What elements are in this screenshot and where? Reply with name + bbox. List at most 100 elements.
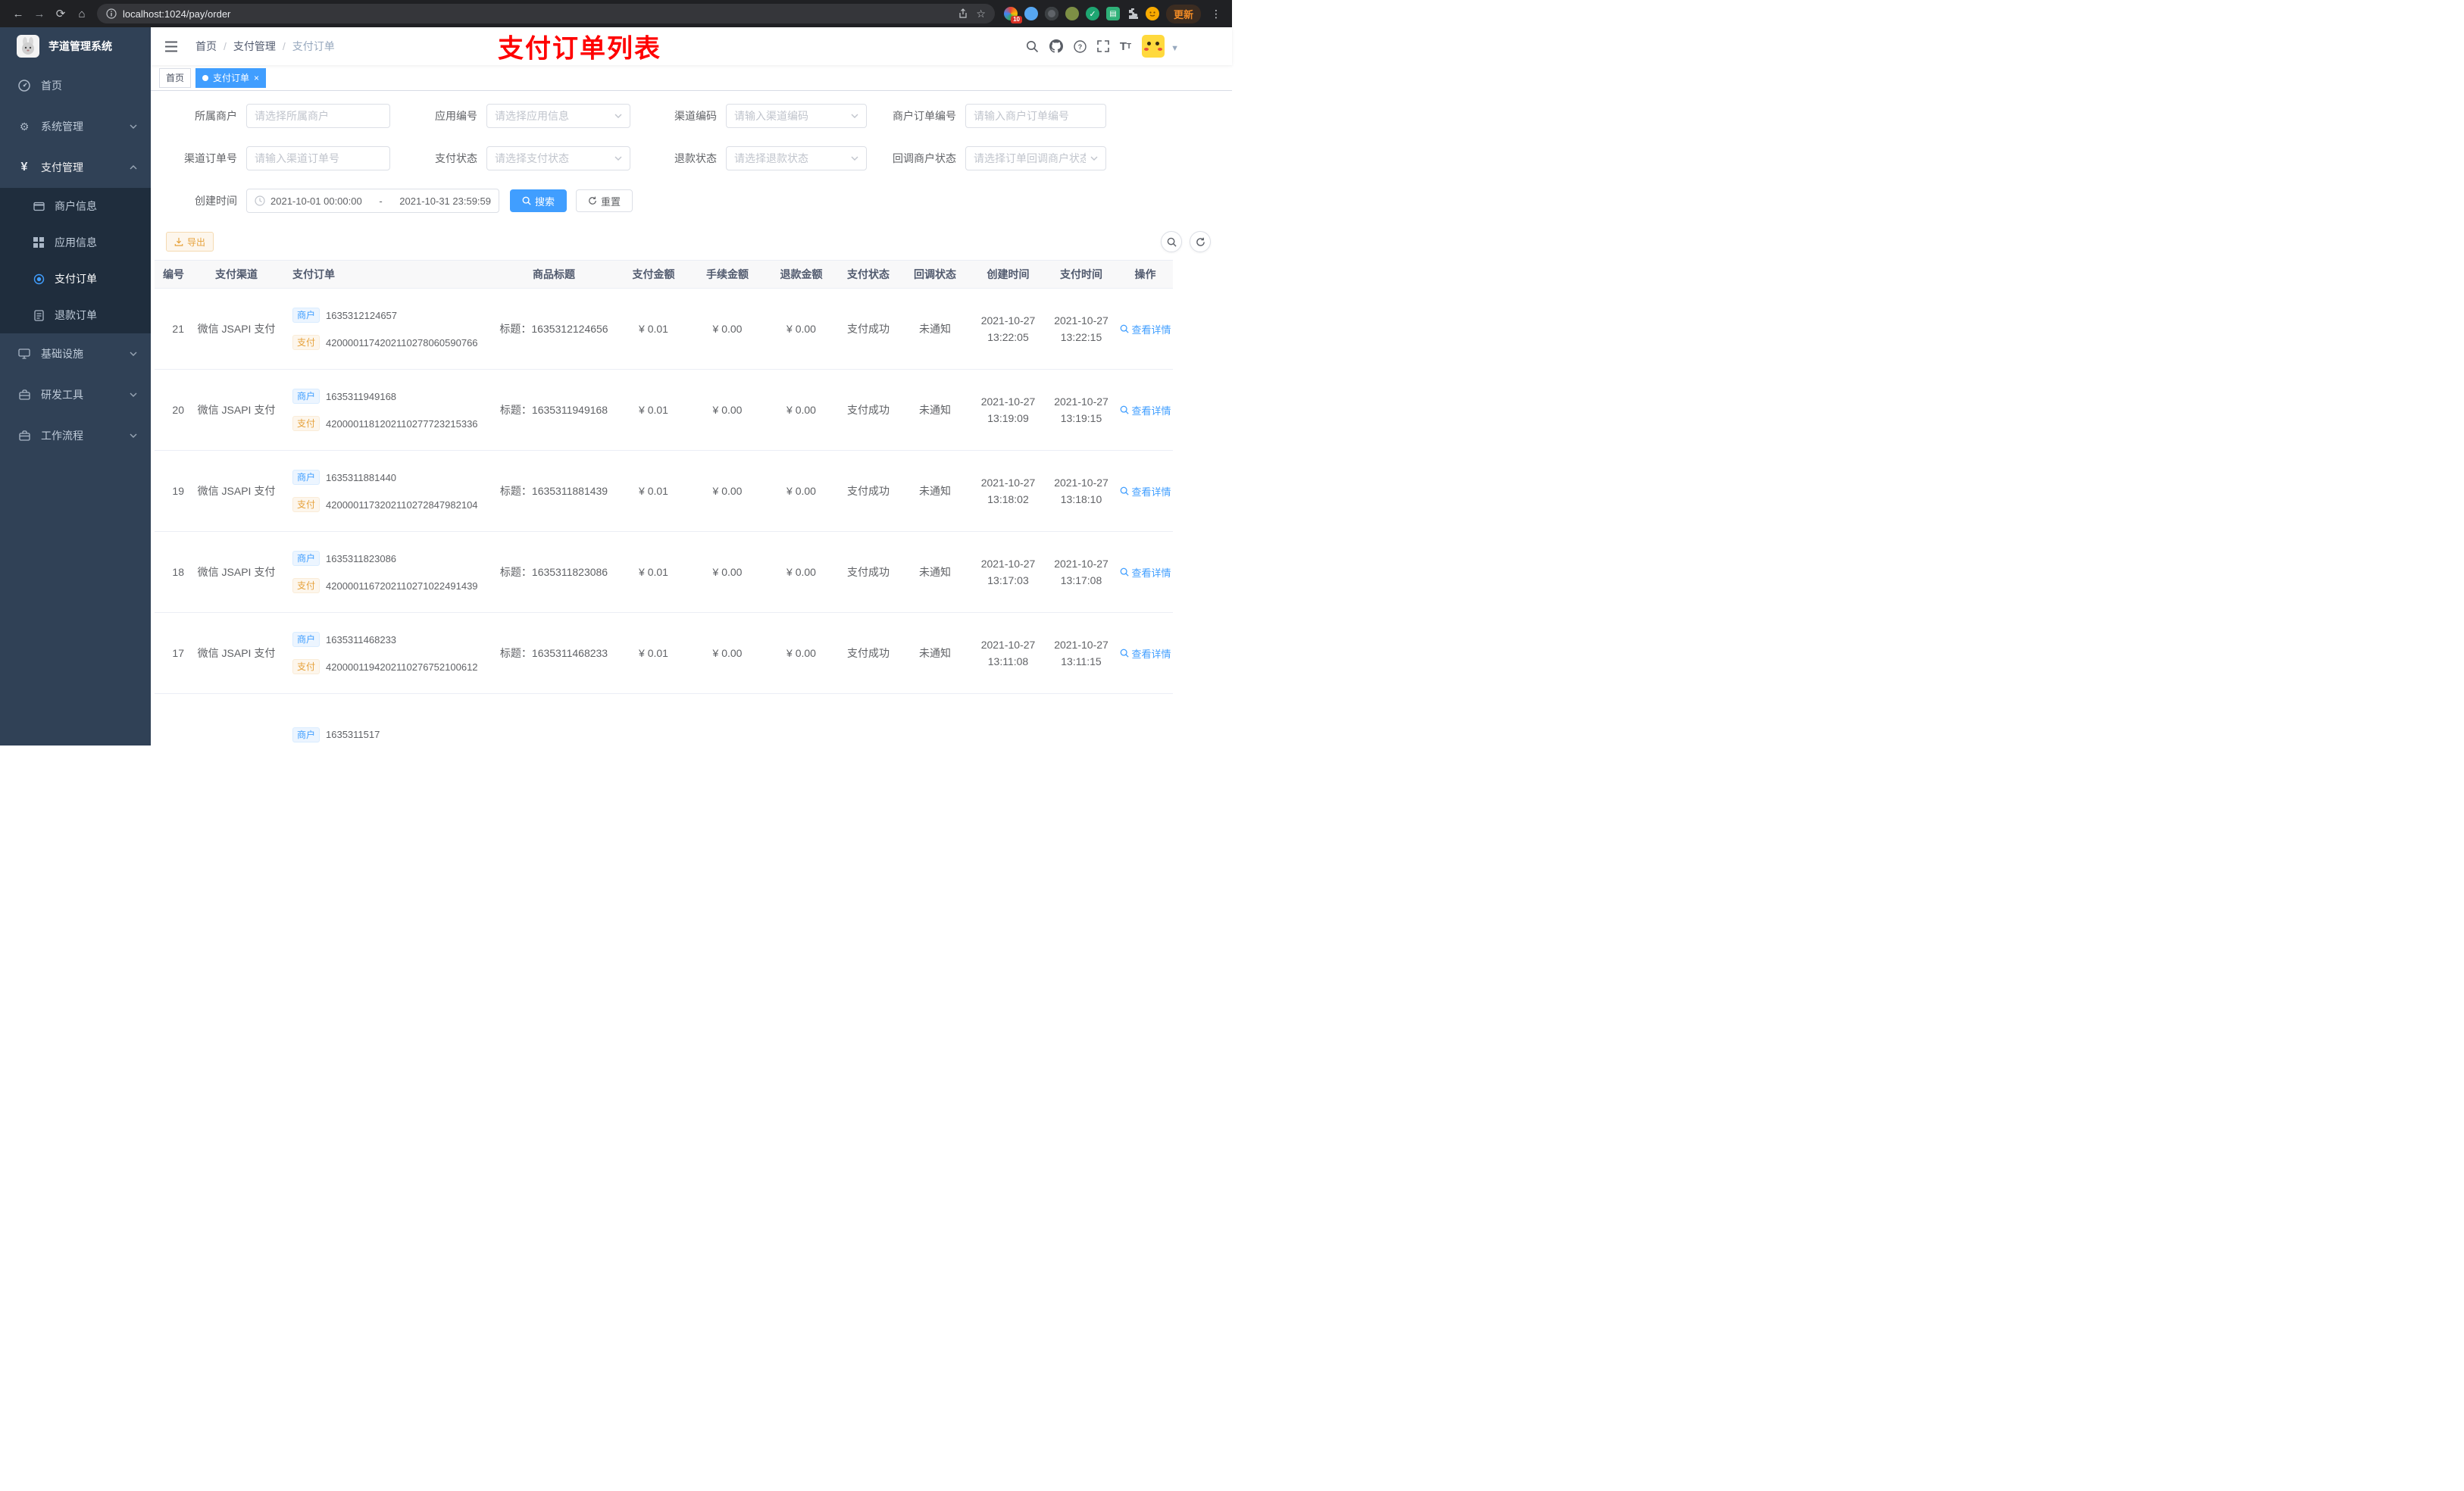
cell-action: 查看详情 bbox=[1118, 613, 1173, 693]
sidebar-item-system[interactable]: ⚙ 系统管理 bbox=[0, 106, 151, 147]
channel-code-select[interactable]: 请输入渠道编码 bbox=[726, 104, 867, 128]
sidebar-item-pay-order[interactable]: 支付订单 bbox=[0, 261, 151, 297]
extension-icon-colorful[interactable]: 10 bbox=[1003, 7, 1022, 23]
filter-label: 渠道订单号 bbox=[184, 152, 237, 164]
pay-order-no: 4200001181202110277723215336 bbox=[326, 417, 478, 430]
table-row: 17 微信 JSAPI 支付 商户 1635311468233 支付 4200001… bbox=[155, 613, 1173, 694]
breadcrumb-payment[interactable]: 支付管理 bbox=[233, 39, 276, 54]
view-detail-link[interactable]: 查看详情 bbox=[1120, 646, 1171, 661]
profile-avatar-icon[interactable] bbox=[1145, 7, 1159, 20]
tab-home[interactable]: 首页 bbox=[159, 67, 192, 88]
app-id-select[interactable]: 请选择应用信息 bbox=[486, 104, 630, 128]
merchant-badge: 商户 bbox=[292, 389, 321, 404]
refresh-button[interactable] bbox=[1190, 231, 1211, 252]
chevron-up-icon bbox=[130, 165, 137, 170]
fullscreen-icon[interactable] bbox=[1097, 40, 1109, 52]
back-icon[interactable]: ← bbox=[8, 3, 29, 24]
notify-status-select[interactable]: 请选择订单回调商户状态 bbox=[965, 146, 1106, 170]
cell-notify: 未通知 bbox=[919, 404, 951, 416]
page-annotation: 支付订单列表 bbox=[498, 34, 661, 64]
sidebar-toggle-icon[interactable] bbox=[157, 41, 186, 52]
sidebar-item-workflow[interactable]: 工作流程 bbox=[0, 415, 151, 456]
cell-amount: ¥ 0.01 bbox=[639, 485, 668, 497]
sidebar-item-app-info[interactable]: 应用信息 bbox=[0, 224, 151, 261]
cell-pay-time: 2021-10-27 13:22:15 bbox=[1054, 314, 1108, 343]
extension-icon-olive[interactable] bbox=[1065, 7, 1079, 20]
tab-pay-order[interactable]: 支付订单 × bbox=[195, 67, 267, 88]
channel-order-no-input[interactable]: 请输入渠道订单号 bbox=[246, 146, 390, 170]
sidebar-item-home[interactable]: 首页 bbox=[0, 65, 151, 106]
site-info-icon[interactable] bbox=[106, 8, 117, 19]
help-icon[interactable]: ? bbox=[1074, 39, 1087, 53]
search-button[interactable]: 搜索 bbox=[510, 189, 568, 212]
chevron-down-icon bbox=[851, 114, 858, 118]
url-bar[interactable]: localhost:1024/pay/order ☆ bbox=[97, 4, 995, 23]
cell-refund: ¥ 0.00 bbox=[786, 404, 816, 416]
extension-icon-dark[interactable] bbox=[1044, 7, 1058, 20]
browser-menu-icon[interactable]: ⋮ bbox=[1208, 8, 1224, 20]
pay-order-no: 4200001174202110278060590766 bbox=[326, 336, 478, 349]
cell-status: 支付成功 bbox=[847, 323, 890, 335]
create-time-range-picker[interactable]: 2021-10-01 00:00:00 - 2021-10-31 23:59:5… bbox=[246, 189, 499, 213]
cell-action: 查看详情 bbox=[1118, 451, 1173, 531]
sidebar-item-dev-tools[interactable]: 研发工具 bbox=[0, 374, 151, 415]
merchant-input[interactable]: 请选择所属商户 bbox=[246, 104, 390, 128]
table-row: 19 微信 JSAPI 支付 商户 1635311881440 支付 4200001… bbox=[155, 451, 1173, 532]
cell-pay-time: 2021-10-27 13:19:15 bbox=[1054, 395, 1108, 424]
reset-button[interactable]: 重置 bbox=[576, 189, 633, 212]
cell-title: 标题：1635311881439 bbox=[499, 485, 608, 497]
extension-icon-green-square[interactable]: ▤ bbox=[1105, 7, 1120, 20]
cell-fee: ¥ 0.00 bbox=[712, 485, 743, 497]
merchant-order-no: 1635311517 bbox=[326, 729, 380, 740]
bookmark-star-icon[interactable]: ☆ bbox=[976, 8, 986, 20]
merchant-order-no-input[interactable]: 请输入商户订单编号 bbox=[965, 104, 1106, 128]
font-size-icon[interactable]: TT bbox=[1120, 40, 1131, 53]
avatar-caret-icon[interactable]: ▼ bbox=[1171, 44, 1179, 53]
breadcrumb-home[interactable]: 首页 bbox=[195, 39, 217, 54]
col-fee: 手续金额 bbox=[706, 268, 749, 280]
cell-status: 支付成功 bbox=[847, 566, 890, 578]
avatar[interactable] bbox=[1142, 35, 1165, 58]
cell-status: 支付成功 bbox=[847, 485, 890, 497]
extension-icon-green-check[interactable]: ✓ bbox=[1085, 7, 1099, 20]
col-action: 操作 bbox=[1134, 268, 1156, 280]
cell-channel: 微信 JSAPI 支付 bbox=[197, 647, 276, 659]
table-row-partial: 商户 1635311517 bbox=[155, 694, 1173, 746]
view-detail-link[interactable]: 查看详情 bbox=[1120, 565, 1171, 580]
col-order: 支付订单 bbox=[292, 268, 335, 280]
monitor-icon bbox=[15, 349, 33, 359]
dashboard-icon bbox=[15, 80, 33, 92]
view-detail-link[interactable]: 查看详情 bbox=[1120, 322, 1171, 336]
view-detail-link[interactable]: 查看详情 bbox=[1120, 484, 1171, 499]
merchant-badge: 商户 bbox=[292, 470, 321, 485]
sidebar-item-label: 首页 bbox=[41, 80, 62, 92]
refund-status-select[interactable]: 请选择退款状态 bbox=[726, 146, 867, 170]
breadcrumb-separator: / bbox=[224, 40, 227, 52]
extensions-puzzle-icon[interactable] bbox=[1127, 8, 1139, 20]
cell-pay-time: 2021-10-27 13:11:15 bbox=[1054, 639, 1108, 667]
sidebar-item-refund-order[interactable]: 退款订单 bbox=[0, 297, 151, 333]
home-icon[interactable]: ⌂ bbox=[71, 3, 92, 24]
breadcrumb-separator: / bbox=[282, 40, 286, 52]
reload-icon[interactable]: ⟳ bbox=[50, 3, 71, 24]
github-icon[interactable] bbox=[1049, 39, 1063, 53]
sidebar-item-merchant-info[interactable]: 商户信息 bbox=[0, 188, 151, 224]
placeholder-text: 请输入渠道编码 bbox=[734, 110, 808, 122]
forward-icon[interactable]: → bbox=[29, 3, 50, 24]
cell-order: 商户 1635311949168 支付 4200001181202110277723… bbox=[285, 370, 491, 450]
view-detail-link[interactable]: 查看详情 bbox=[1120, 403, 1171, 417]
share-icon[interactable] bbox=[958, 8, 968, 19]
export-button[interactable]: 导出 bbox=[166, 232, 214, 252]
browser-update-button[interactable]: 更新 bbox=[1165, 4, 1201, 23]
sidebar-item-infrastructure[interactable]: 基础设施 bbox=[0, 333, 151, 374]
url-text: localhost:1024/pay/order bbox=[123, 8, 231, 20]
table-row: 20 微信 JSAPI 支付 商户 1635311949168 支付 4200001… bbox=[155, 370, 1173, 451]
search-icon[interactable] bbox=[1026, 40, 1039, 53]
reset-button-label: 重置 bbox=[601, 195, 621, 208]
toggle-search-button[interactable] bbox=[1161, 231, 1182, 252]
sidebar-item-payment[interactable]: ¥ 支付管理 bbox=[0, 147, 151, 188]
close-icon[interactable]: × bbox=[254, 73, 259, 83]
extension-icon-blue[interactable] bbox=[1024, 7, 1038, 20]
pay-status-select[interactable]: 请选择支付状态 bbox=[486, 146, 630, 170]
cell-channel: 微信 JSAPI 支付 bbox=[197, 404, 276, 416]
